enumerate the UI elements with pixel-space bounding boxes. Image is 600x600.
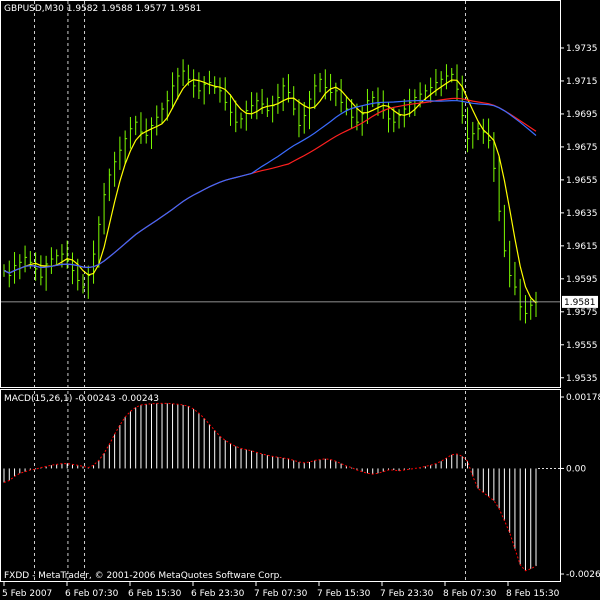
price-tick-label: 1.9575	[566, 308, 598, 318]
time-tick-label: 7 Feb 23:30	[380, 589, 434, 599]
time-tick-label: 8 Feb 07:30	[443, 589, 497, 599]
session-separators	[34, 1, 466, 581]
price-tick-label: 1.9675	[566, 143, 598, 153]
moving-averages	[3, 78, 537, 304]
macd-tick-label: -0.00263	[566, 570, 600, 580]
macd-title: MACD(15,26,1) -0.00243 -0.00243	[4, 394, 159, 404]
current-price-label: 1.9581	[564, 298, 596, 308]
macd-indicator: 0.00178 0.00 -0.00263	[3, 393, 600, 580]
time-tick-label: 5 Feb 2007	[2, 589, 52, 599]
price-tick-label: 1.9655	[566, 176, 598, 186]
macd-panel-frame	[0, 389, 561, 582]
time-tick-label: 7 Feb 07:30	[254, 589, 308, 599]
price-tick-label: 1.9735	[566, 44, 598, 54]
time-tick-label: 7 Feb 15:30	[317, 589, 371, 599]
price-tick-label: 1.9635	[566, 209, 598, 219]
price-tick-label: 1.9715	[566, 77, 598, 87]
time-axis: 5 Feb 2007 6 Feb 07:30 6 Feb 15:30 6 Feb 23…	[2, 582, 560, 599]
time-tick-label: 6 Feb 15:30	[128, 589, 182, 599]
window-title: GBPUSD,M30 1.9582 1.9588 1.9577 1.9581	[4, 4, 201, 14]
moving-average-line	[3, 99, 537, 274]
moving-average-line	[3, 78, 537, 304]
price-tick-label: 1.9555	[566, 341, 598, 351]
macd-signal-line	[3, 402, 537, 572]
moving-average-line	[3, 97, 537, 274]
chart-svg: 1.9581 1.9735 1.9715 1.9695 1.9675 1.9655 1.96…	[0, 0, 600, 599]
footer-copyright: FXDD - MetaTrader, © 2001-2006 MetaQuote…	[4, 571, 282, 581]
price-tick-label: 1.9695	[566, 110, 598, 120]
macd-tick-label: 0.00	[566, 464, 586, 474]
time-tick-label: 6 Feb 23:30	[191, 589, 245, 599]
price-axis: 1.9581 1.9735 1.9715 1.9695 1.9675 1.9655 1.96…	[1, 44, 598, 384]
macd-tick-label: 0.00178	[566, 393, 600, 403]
price-tick-label: 1.9535	[566, 374, 598, 384]
price-tick-label: 1.9595	[566, 275, 598, 285]
mt4-chart-window: 1.9581 1.9735 1.9715 1.9695 1.9675 1.9655 1.96…	[0, 0, 600, 600]
price-tick-label: 1.9615	[566, 242, 598, 252]
time-tick-label: 8 Feb 15:30	[506, 589, 560, 599]
time-tick-label: 6 Feb 07:30	[65, 589, 119, 599]
